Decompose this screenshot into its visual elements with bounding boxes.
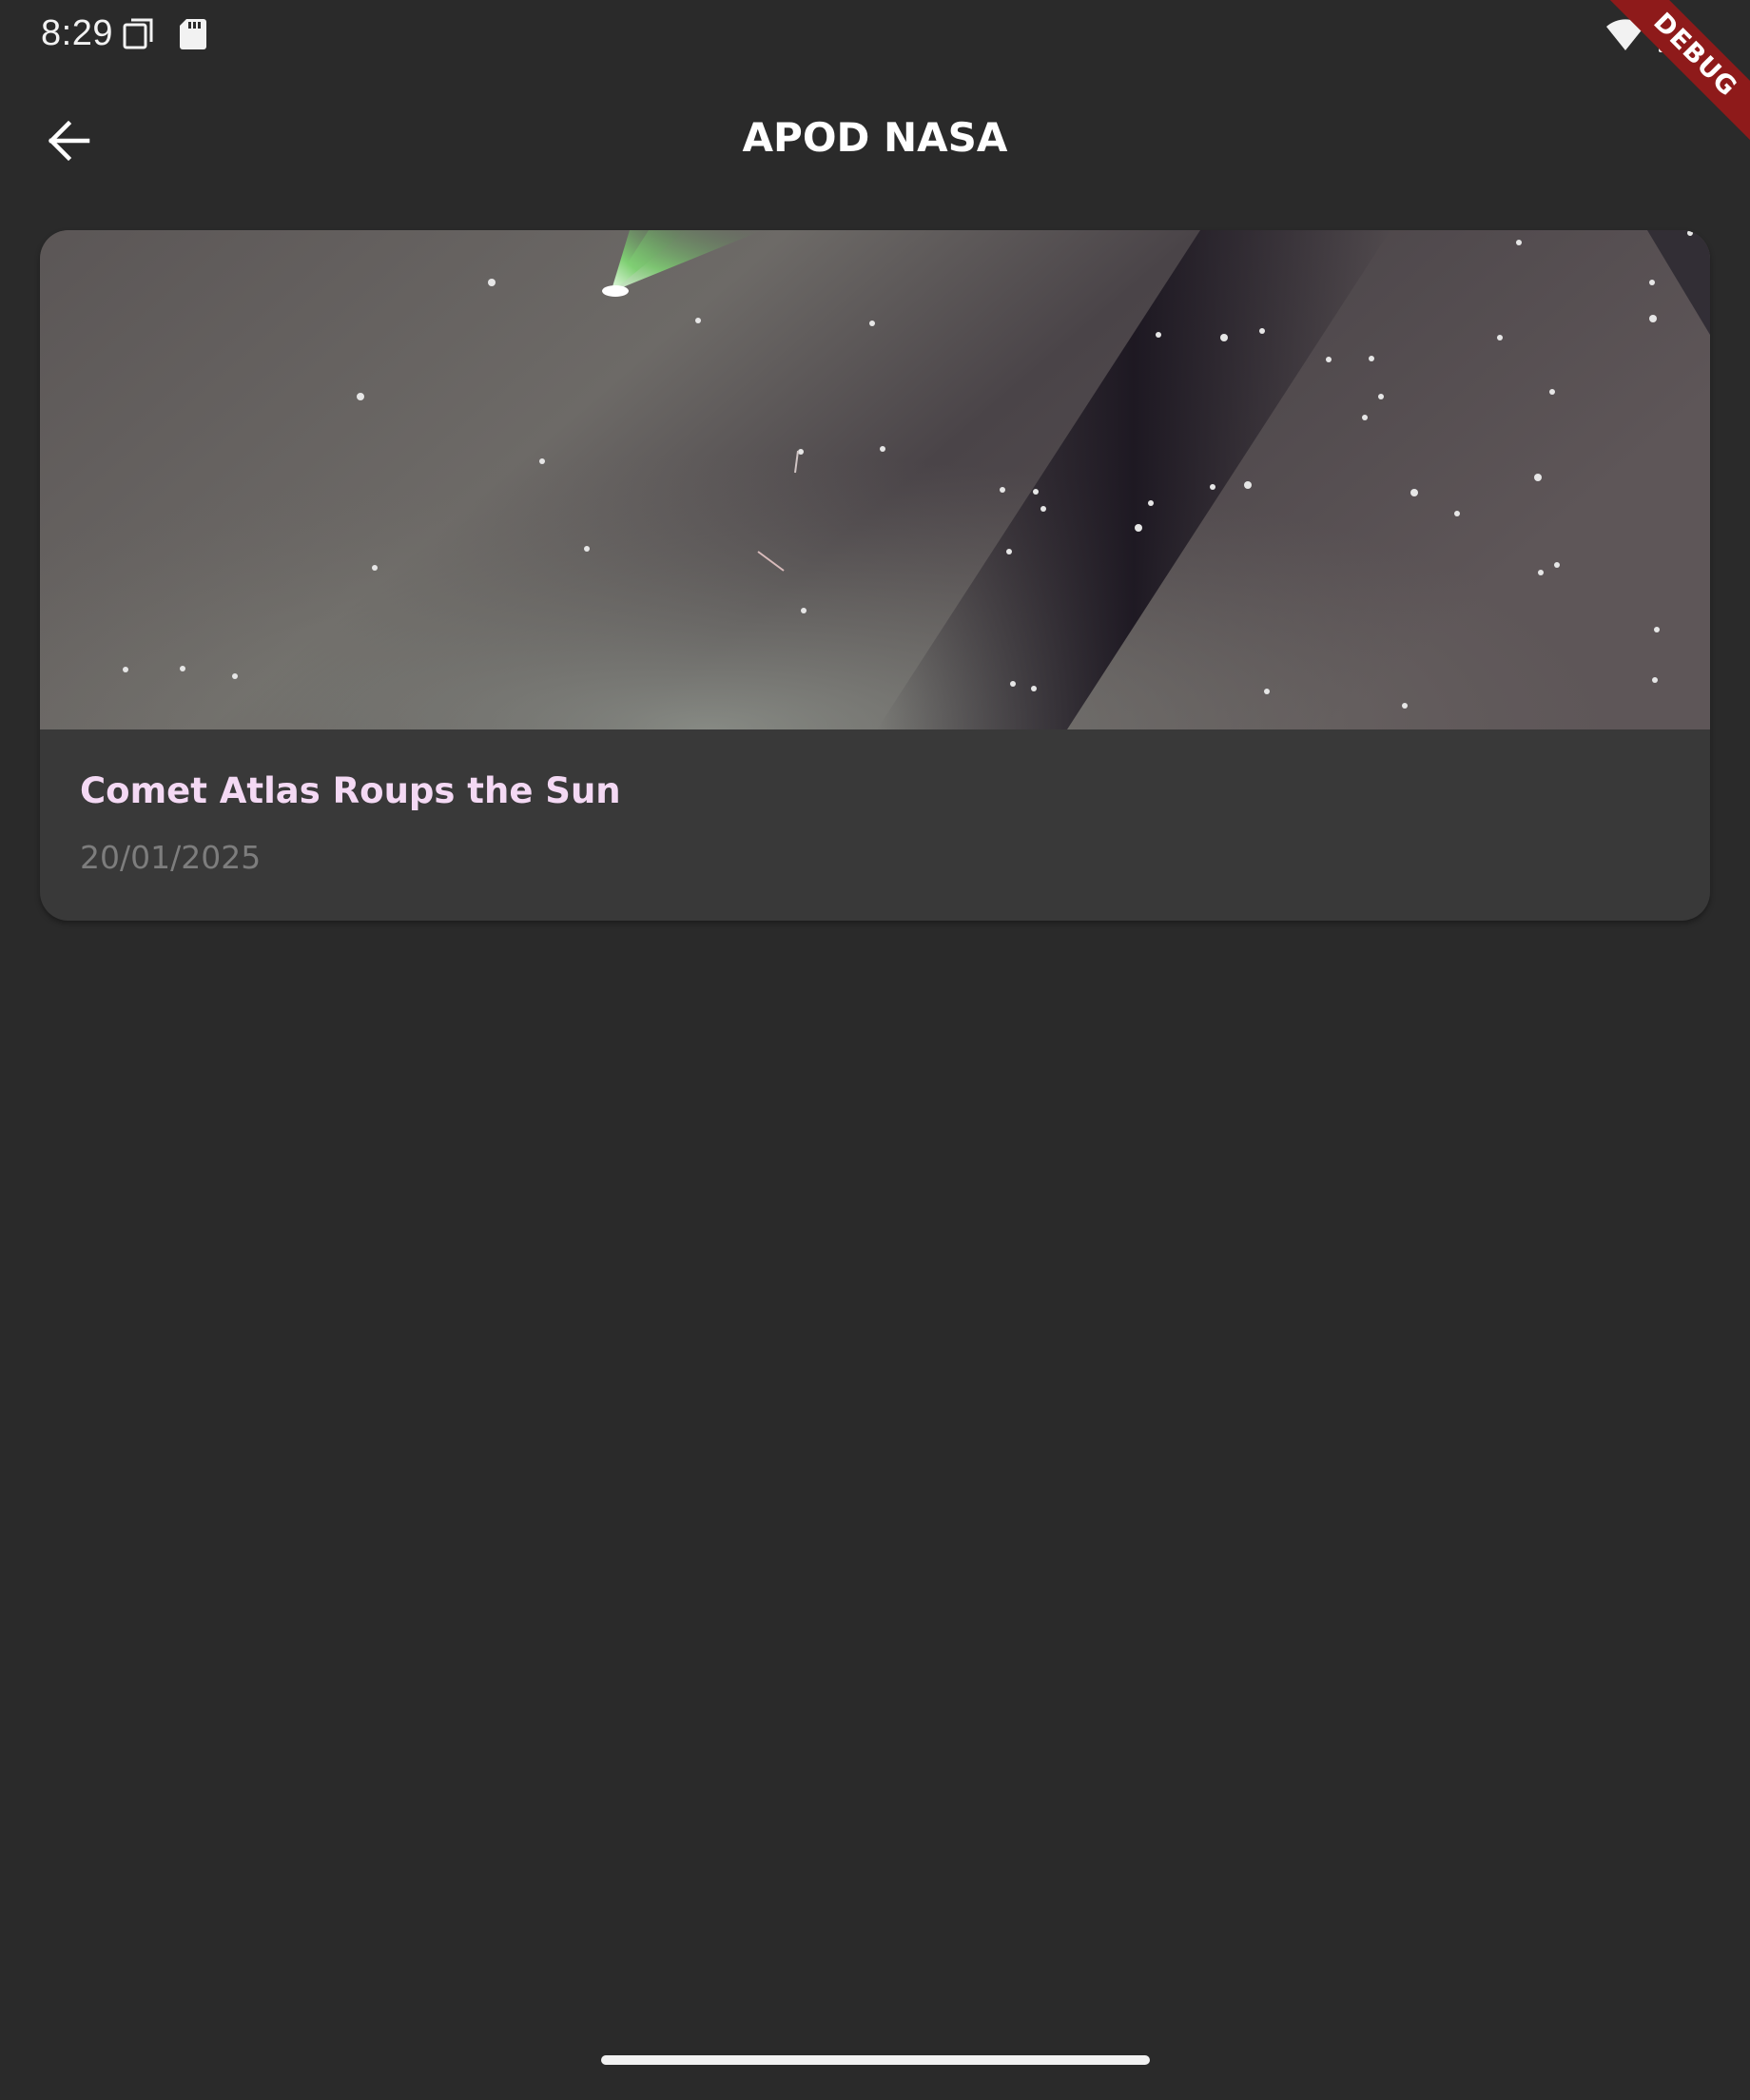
status-time: 8:29 bbox=[41, 13, 113, 53]
apod-date: 20/01/2025 bbox=[80, 839, 262, 876]
apod-card[interactable]: Comet Atlas Roups the Sun 20/01/2025 bbox=[40, 230, 1710, 921]
apod-title: Comet Atlas Roups the Sun bbox=[80, 770, 621, 811]
sd-card-icon bbox=[179, 17, 207, 55]
page-title: APOD NASA bbox=[742, 114, 1008, 161]
app-bar: APOD NASA bbox=[0, 76, 1750, 205]
copy-icon bbox=[122, 17, 156, 55]
status-bar: 8:29 bbox=[0, 0, 1750, 68]
screen: 8:29 DEBUG APOD NASA Comet Atlas Roups t… bbox=[0, 0, 1750, 2100]
apod-image bbox=[40, 230, 1710, 729]
gesture-nav-handle[interactable] bbox=[601, 2055, 1150, 2065]
